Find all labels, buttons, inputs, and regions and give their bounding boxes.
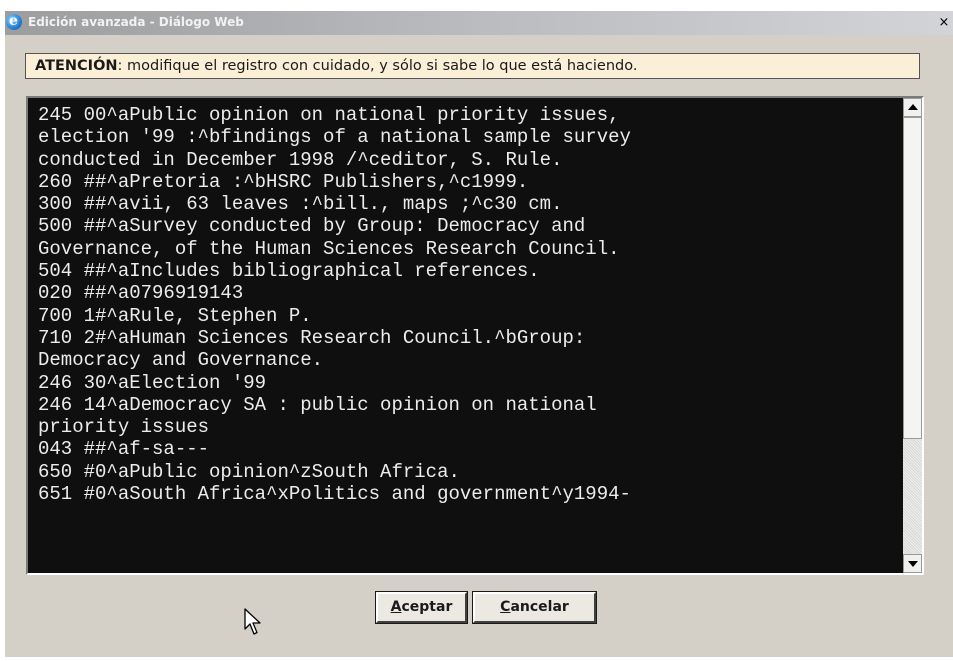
- scroll-down-arrow-icon[interactable]: [903, 554, 922, 573]
- accept-button[interactable]: Aceptar: [375, 591, 468, 624]
- record-editor-frame: 245 00^aPublic opinion on national prior…: [26, 96, 924, 575]
- internet-explorer-icon: e: [6, 13, 22, 30]
- accept-accesskey: A: [390, 599, 402, 615]
- cancel-button[interactable]: Cancelar: [472, 591, 597, 624]
- mouse-pointer-icon: [244, 608, 261, 635]
- warning-label: ATENCIÓN: [35, 58, 118, 74]
- warning-banner: ATENCIÓN: modifique el registro con cuid…: [25, 53, 920, 79]
- scroll-track[interactable]: [903, 439, 922, 554]
- title-bar: e Edición avanzada - Diálogo Web ×: [5, 11, 953, 35]
- close-button[interactable]: ×: [936, 14, 952, 32]
- record-editor-textarea[interactable]: 245 00^aPublic opinion on national prior…: [28, 98, 903, 573]
- accept-label: ceptar: [401, 599, 453, 615]
- dialog-window: e Edición avanzada - Diálogo Web × ATENC…: [5, 11, 953, 657]
- warning-text: : modifique el registro con cuidado, y s…: [117, 58, 638, 74]
- vertical-scrollbar[interactable]: [903, 98, 922, 573]
- window-title: Edición avanzada - Diálogo Web: [28, 15, 244, 29]
- scroll-up-arrow-icon[interactable]: [903, 98, 922, 117]
- cancel-accesskey: C: [500, 599, 511, 615]
- scroll-thumb[interactable]: [903, 117, 922, 439]
- cancel-label: ancelar: [510, 599, 569, 615]
